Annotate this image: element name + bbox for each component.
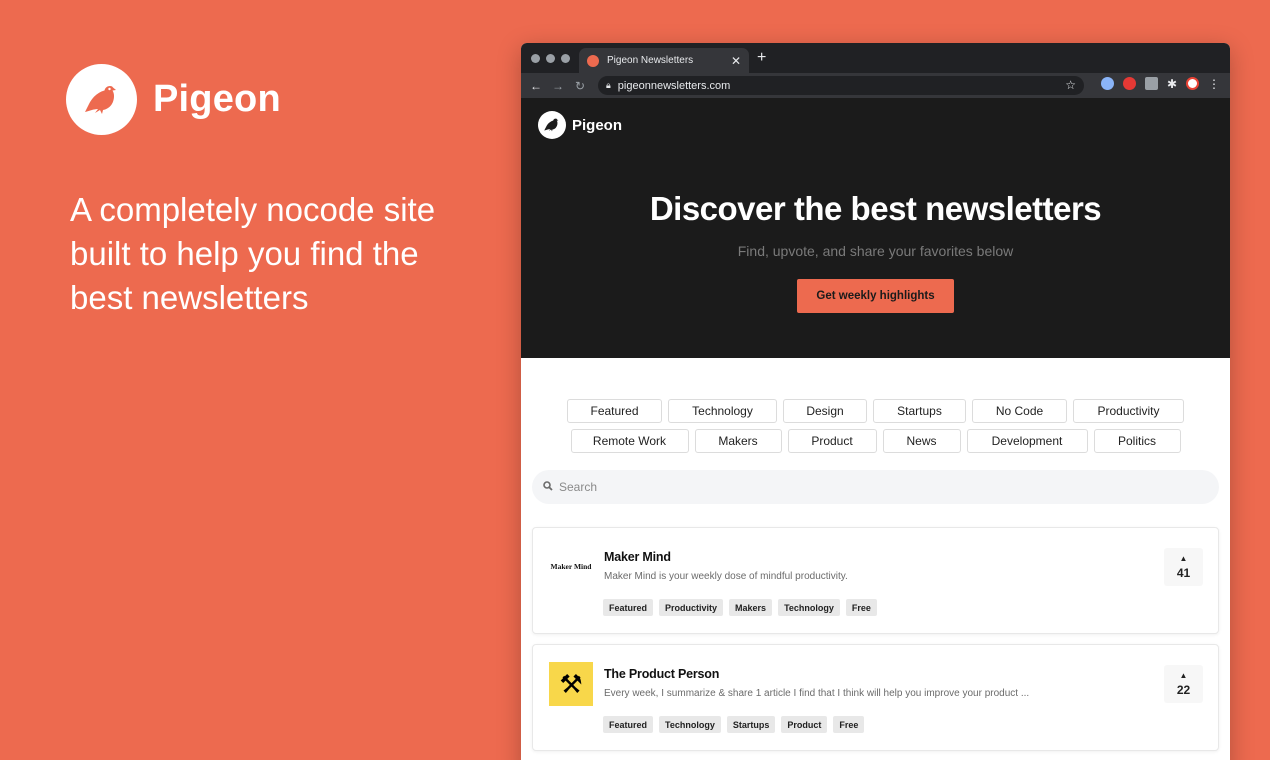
address-bar[interactable]: 🔒︎ pigeonnewsletters.com ☆ xyxy=(598,76,1084,95)
site-brand: Pigeon xyxy=(572,116,623,134)
search-input[interactable]: Search xyxy=(532,470,1219,504)
upvote-arrow-icon: ▲ xyxy=(1179,553,1188,563)
newsletter-description: Maker Mind is your weekly dose of mindfu… xyxy=(604,571,848,582)
promo-brand: Pigeon xyxy=(153,78,281,120)
window-controls[interactable] xyxy=(531,54,570,63)
browser-window: Pigeon Newsletters ✕ + ← → ↻ 🔒︎ pigeonne… xyxy=(521,43,1230,760)
category-news[interactable]: News xyxy=(882,429,961,453)
newsletter-card[interactable]: Maker Mind Maker Mind Maker Mind is your… xyxy=(532,527,1219,634)
minimize-window-button[interactable] xyxy=(546,54,555,63)
tag[interactable]: Technology xyxy=(778,599,840,616)
tag[interactable]: Product xyxy=(781,716,828,733)
site-hero: Pigeon Discover the best newsletters Fin… xyxy=(521,98,1230,358)
pigeon-icon xyxy=(66,64,137,135)
newsletter-title[interactable]: Maker Mind xyxy=(604,550,671,564)
tag[interactable]: Free xyxy=(833,716,865,733)
tag[interactable]: Free xyxy=(845,599,877,616)
site-logo[interactable]: Pigeon xyxy=(538,111,622,139)
new-tab-icon[interactable]: + xyxy=(757,49,766,67)
upvote-button[interactable]: ▲ 22 xyxy=(1164,665,1203,703)
tab-title: Pigeon Newsletters xyxy=(607,55,694,66)
extension-icon[interactable] xyxy=(1122,77,1136,90)
newsletter-title[interactable]: The Product Person xyxy=(604,667,719,681)
tag[interactable]: Featured xyxy=(603,599,654,616)
forward-icon[interactable]: → xyxy=(547,79,569,93)
close-window-button[interactable] xyxy=(531,54,540,63)
promo-tagline: A completely nocode site built to help y… xyxy=(70,191,436,316)
thumbnail-text: Maker Mind xyxy=(550,562,592,571)
category-startups[interactable]: Startups xyxy=(873,399,966,423)
page-subtitle: Find, upvote, and share your favorites b… xyxy=(737,243,1014,259)
category-makers[interactable]: Makers xyxy=(694,429,782,453)
browser-toolbar: ← → ↻ 🔒︎ pigeonnewsletters.com ☆ ✱ ⋮ xyxy=(521,73,1230,98)
newsletter-thumbnail: Maker Mind xyxy=(549,545,593,589)
browser-tabbar: Pigeon Newsletters ✕ + xyxy=(521,43,1230,73)
category-row: Featured Technology Design Startups No C… xyxy=(521,399,1230,423)
category-featured[interactable]: Featured xyxy=(567,399,662,423)
extension-icon[interactable] xyxy=(1100,77,1114,90)
category-remote-work[interactable]: Remote Work xyxy=(570,429,689,453)
get-weekly-highlights-button[interactable]: Get weekly highlights xyxy=(797,279,954,313)
close-icon[interactable]: ✕ xyxy=(731,54,741,68)
tag[interactable]: Makers xyxy=(729,599,773,616)
category-row: Remote Work Makers Product News Developm… xyxy=(521,429,1230,453)
category-no-code[interactable]: No Code xyxy=(972,399,1067,423)
reload-icon[interactable]: ↻ xyxy=(569,79,591,93)
upvote-button[interactable]: ▲ 41 xyxy=(1164,548,1203,586)
category-technology[interactable]: Technology xyxy=(668,399,777,423)
tag[interactable]: Productivity xyxy=(659,599,724,616)
category-filters: Featured Technology Design Startups No C… xyxy=(521,399,1230,459)
category-design[interactable]: Design xyxy=(783,399,867,423)
upvote-arrow-icon: ▲ xyxy=(1179,670,1188,680)
promo-logo: Pigeon xyxy=(66,64,281,135)
newsletter-tags: Featured Productivity Makers Technology … xyxy=(603,599,877,616)
hammer-and-wrench-icon: ⚒ xyxy=(549,662,593,706)
profile-avatar[interactable] xyxy=(1186,77,1199,90)
category-development[interactable]: Development xyxy=(966,429,1088,453)
page-title: Discover the best newsletters xyxy=(649,190,1102,227)
extensions: ✱ ⋮ xyxy=(1100,77,1220,90)
category-productivity[interactable]: Productivity xyxy=(1073,399,1184,423)
camera-extension-icon[interactable] xyxy=(1144,77,1158,90)
newsletter-tags: Featured Technology Startups Product Fre… xyxy=(603,716,865,733)
newsletter-card[interactable]: ⚒ The Product Person Every week, I summa… xyxy=(532,644,1219,751)
category-politics[interactable]: Politics xyxy=(1093,429,1181,453)
search-placeholder: Search xyxy=(559,480,598,494)
bookmark-star-icon[interactable]: ☆ xyxy=(1065,78,1076,92)
browser-tab[interactable]: Pigeon Newsletters ✕ xyxy=(579,48,749,73)
kebab-menu-icon[interactable]: ⋮ xyxy=(1208,78,1220,90)
back-icon[interactable]: ← xyxy=(525,79,547,93)
maximize-window-button[interactable] xyxy=(561,54,570,63)
category-product[interactable]: Product xyxy=(787,429,877,453)
favicon-icon xyxy=(587,54,599,67)
lock-icon: 🔒︎ xyxy=(606,80,611,90)
puzzle-extensions-icon[interactable]: ✱ xyxy=(1167,78,1177,90)
tag[interactable]: Featured xyxy=(603,716,654,733)
search-icon xyxy=(543,480,553,494)
pigeon-icon xyxy=(538,111,566,139)
url-text: pigeonnewsletters.com xyxy=(617,79,731,92)
vote-count: 22 xyxy=(1176,682,1191,697)
vote-count: 41 xyxy=(1176,565,1191,580)
tag[interactable]: Technology xyxy=(659,716,721,733)
newsletter-description: Every week, I summarize & share 1 articl… xyxy=(604,688,1030,699)
tag[interactable]: Startups xyxy=(726,716,776,733)
